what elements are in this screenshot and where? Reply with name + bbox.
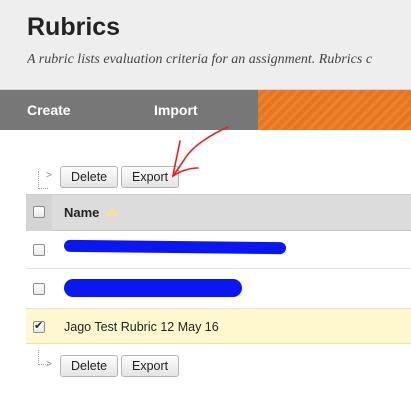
page-header: Rubrics A rubric lists evaluation criter… [0,0,411,90]
row-checkbox[interactable] [33,244,45,256]
action-bar-buttons: Create Rubric Import Rubric [0,90,258,158]
delete-button-top[interactable]: Delete [60,166,119,188]
column-header-name[interactable]: Name [64,205,99,220]
page-title: Rubrics [27,13,121,41]
tree-arrow-icon: > [46,170,52,181]
import-rubric-button[interactable]: Import Rubric [140,90,258,158]
delete-button-bottom[interactable]: Delete [60,355,119,377]
redaction-mark [63,239,287,255]
select-all-checkbox[interactable] [33,206,45,218]
row-checkbox-checked[interactable] [33,319,45,333]
select-all-cell [26,195,52,231]
tree-arrow-icon: > [46,359,52,370]
table-row-selected: Jago Test Rubric 12 May 16 [26,309,411,344]
create-rubric-button[interactable]: Create Rubric [0,90,140,158]
export-button-bottom[interactable]: Export [121,355,180,377]
page-description: A rubric lists evaluation criteria for a… [27,52,373,67]
table-row [26,231,411,269]
row-checkbox[interactable] [33,283,45,295]
action-bar: Create Rubric Import Rubric [0,90,411,158]
table-row [26,269,411,309]
table-header: Name [26,194,411,231]
sort-ascending-icon[interactable] [105,207,119,216]
redaction-mark [64,279,242,297]
export-button-top[interactable]: Export [121,166,180,188]
row-label[interactable]: Jago Test Rubric 12 May 16 [64,320,219,334]
